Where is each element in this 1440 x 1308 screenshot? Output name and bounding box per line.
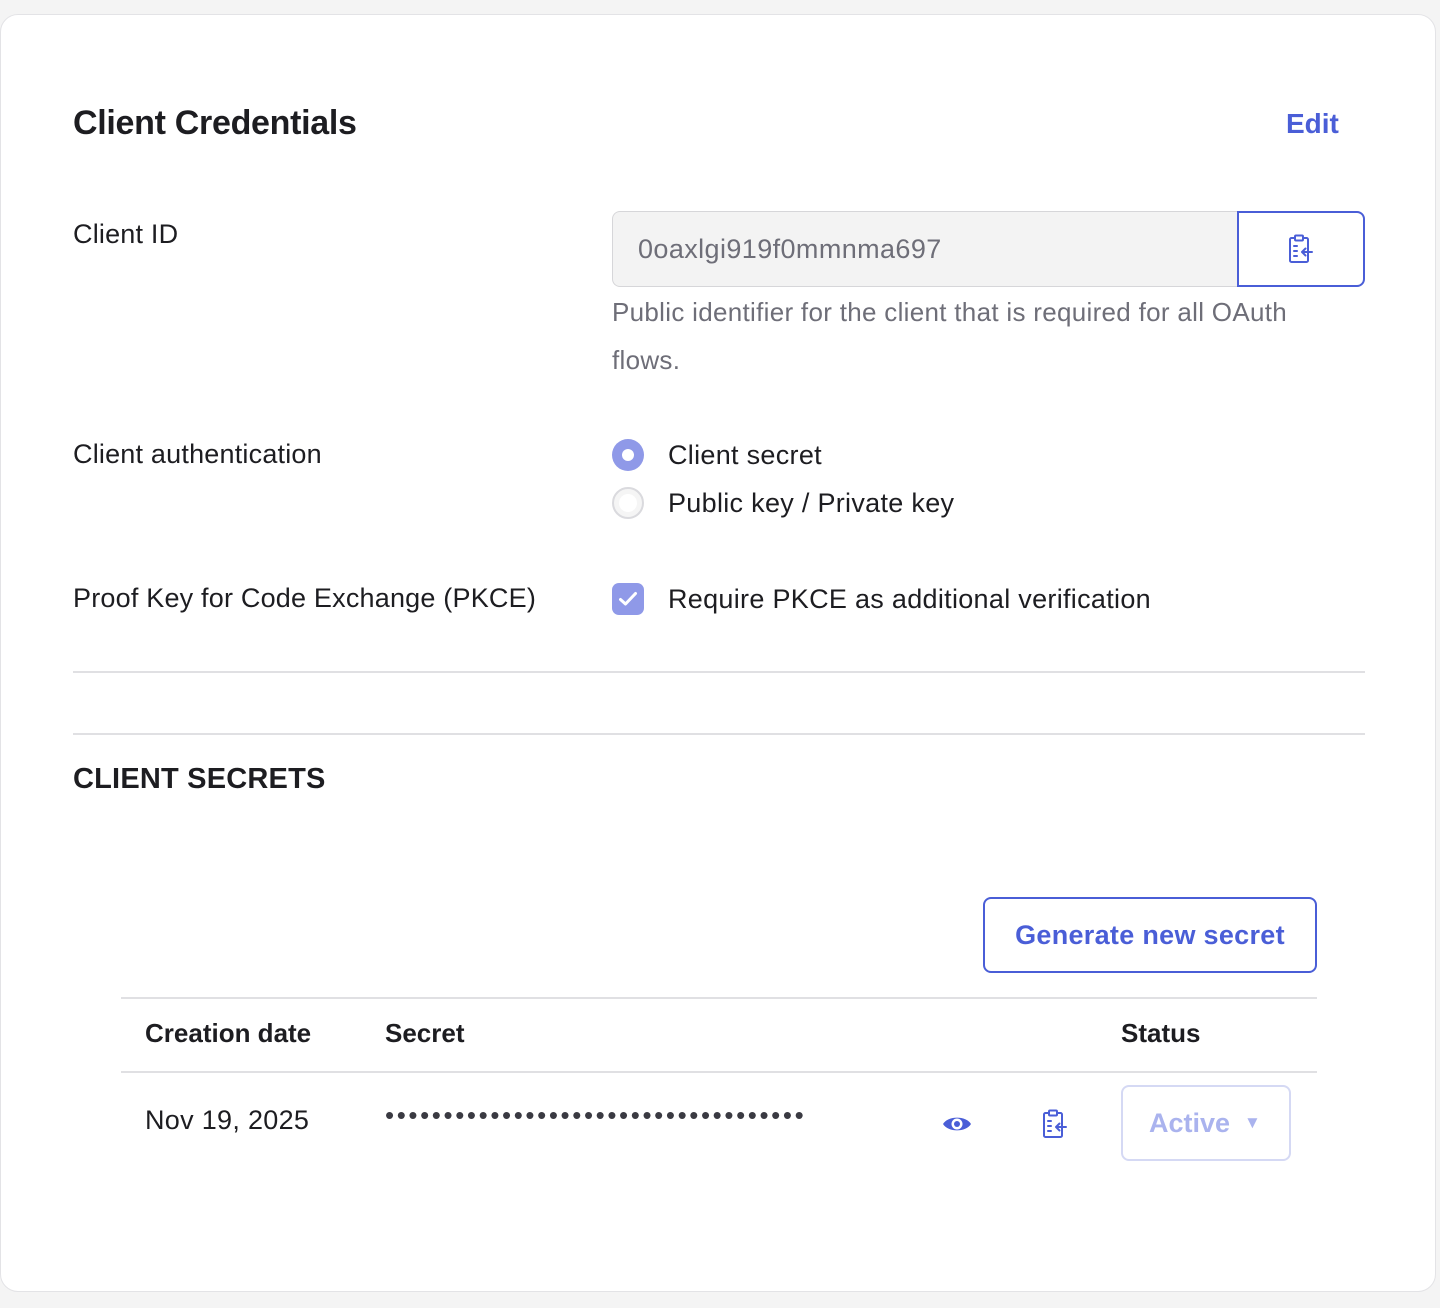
- pkce-checkbox-label: Require PKCE as additional verification: [668, 583, 1151, 614]
- table-header-border: [121, 1071, 1317, 1073]
- client-id-hint: Public identifier for the client that is…: [612, 297, 1288, 375]
- radio-public-private-key[interactable]: Public key / Private key: [612, 487, 954, 519]
- column-header-status: Status: [1121, 1018, 1201, 1048]
- clipboard-copy-icon: [1289, 234, 1313, 263]
- checkbox-checked: [612, 583, 644, 615]
- checkmark-icon: [619, 592, 637, 606]
- section-divider: [73, 671, 1365, 673]
- status-dropdown[interactable]: Active ▼: [1121, 1085, 1291, 1161]
- pkce-checkbox[interactable]: Require PKCE as additional verification: [612, 583, 1151, 615]
- client-id-field[interactable]: [612, 211, 1239, 287]
- radio-unselected-icon: [612, 487, 644, 519]
- pkce-label: Proof Key for Code Exchange (PKCE): [73, 583, 537, 613]
- client-secrets-heading: CLIENT SECRETS: [73, 763, 326, 795]
- table-top-border: [121, 997, 1317, 999]
- clipboard-copy-icon: [1043, 1109, 1067, 1138]
- reveal-secret-button[interactable]: [938, 1108, 976, 1140]
- secret-creation-date: Nov 19, 2025: [145, 1105, 310, 1135]
- caret-down-icon: ▼: [1244, 1113, 1261, 1132]
- page-title: Client Credentials: [73, 104, 357, 142]
- radio-client-secret[interactable]: Client secret: [612, 439, 822, 471]
- eye-icon: [943, 1117, 971, 1131]
- radio-client-secret-label: Client secret: [668, 439, 822, 470]
- section-divider: [73, 733, 1365, 735]
- edit-button[interactable]: Edit: [1286, 108, 1339, 140]
- client-id-label: Client ID: [73, 219, 179, 249]
- copy-secret-button[interactable]: [1035, 1104, 1075, 1144]
- column-header-secret: Secret: [385, 1018, 465, 1048]
- radio-selected-icon: [612, 439, 644, 471]
- generate-new-secret-button[interactable]: Generate new secret: [983, 897, 1317, 973]
- radio-public-private-key-label: Public key / Private key: [668, 487, 955, 518]
- masked-secret: ••••••••••••••••••••••••••••••••••••: [385, 1100, 807, 1130]
- client-authentication-label: Client authentication: [73, 439, 322, 469]
- status-value: Active: [1149, 1107, 1231, 1138]
- copy-client-id-button[interactable]: [1237, 211, 1365, 287]
- column-header-creation-date: Creation date: [145, 1018, 312, 1048]
